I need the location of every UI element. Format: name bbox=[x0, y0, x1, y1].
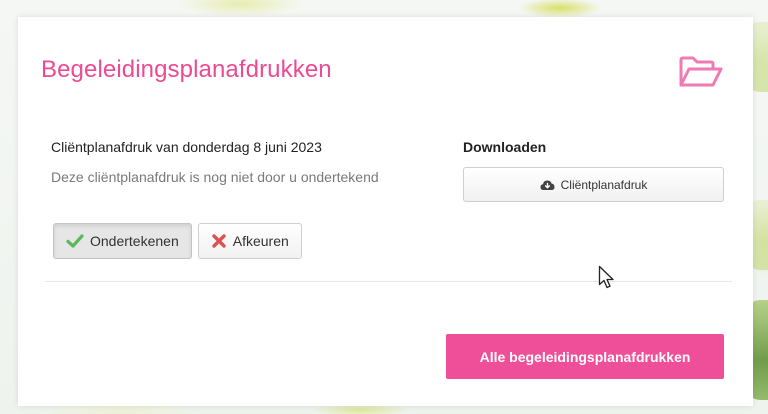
folder-open-icon bbox=[679, 56, 723, 87]
reject-button[interactable]: Afkeuren bbox=[197, 223, 302, 259]
sign-button-label: Ondertekenen bbox=[90, 233, 179, 249]
plan-actions: Ondertekenen Afkeuren bbox=[53, 223, 302, 259]
download-heading: Downloaden bbox=[463, 139, 547, 155]
download-plan-label: Cliëntplanafdruk bbox=[560, 177, 648, 192]
plan-status-note: Deze cliëntplanafdruk is nog niet door u… bbox=[51, 169, 379, 185]
plan-info: Cliëntplanafdruk van donderdag 8 juni 20… bbox=[51, 139, 411, 187]
plans-card: Begeleidingsplanafdrukken Cliëntplanafdr… bbox=[18, 17, 753, 406]
sign-button[interactable]: Ondertekenen bbox=[53, 223, 192, 259]
download-plan-button[interactable]: Cliëntplanafdruk bbox=[463, 167, 724, 202]
all-plans-button[interactable]: Alle begeleidingsplanafdrukken bbox=[446, 334, 724, 379]
plan-title: Cliëntplanafdruk van donderdag 8 juni 20… bbox=[51, 139, 322, 155]
divider bbox=[45, 281, 732, 282]
download-section: Downloaden Cliëntplanafdruk bbox=[463, 139, 724, 202]
check-icon bbox=[66, 234, 84, 248]
x-icon bbox=[211, 233, 227, 249]
card-title: Begeleidingsplanafdrukken bbox=[41, 56, 332, 83]
reject-button-label: Afkeuren bbox=[232, 233, 289, 249]
cloud-download-icon bbox=[540, 179, 555, 191]
